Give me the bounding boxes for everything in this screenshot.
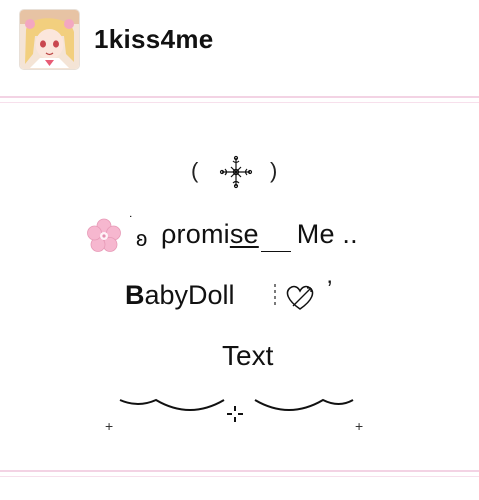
divider-top (0, 94, 479, 108)
promise-underlined: se (229, 219, 259, 249)
babydoll-text: BabyDoll (125, 280, 235, 311)
underline-gap (260, 229, 291, 252)
ornate-cross-icon (219, 155, 253, 189)
username[interactable]: 1kiss4me (94, 24, 214, 55)
scallop-right-icon (254, 398, 354, 411)
ear-symbol-icon: ʚ (136, 226, 148, 251)
promise-me-text: ρromise Me .. (161, 219, 358, 252)
post-content: ( ) ˙ ʚ ρromise Me .. BabyDoll ’ Text + … (0, 110, 479, 466)
plus-right: + (355, 418, 364, 434)
avatar[interactable] (20, 10, 79, 69)
post-header: 1kiss4me (0, 0, 479, 90)
pink-flower-icon (87, 218, 121, 252)
sparkle-icon (227, 406, 243, 422)
close-paren: ) (270, 158, 278, 183)
promise-suffix: Me .. (296, 219, 358, 249)
apostrophe: ’ (327, 276, 333, 303)
divider-bottom (0, 468, 479, 482)
babydoll-first-letter: B (125, 280, 145, 310)
babydoll-rest: abyDoll (144, 280, 235, 310)
dashed-separator-icon (274, 284, 276, 308)
open-paren: ( (191, 158, 199, 183)
tiny-dot: ˙ (129, 213, 134, 229)
plus-left: + (105, 418, 114, 434)
text-word: Text (222, 340, 274, 371)
promise-prefix: ρromi (161, 219, 230, 249)
anime-girl-avatar-icon (20, 10, 79, 69)
heart-with-arrow-icon (286, 285, 314, 310)
